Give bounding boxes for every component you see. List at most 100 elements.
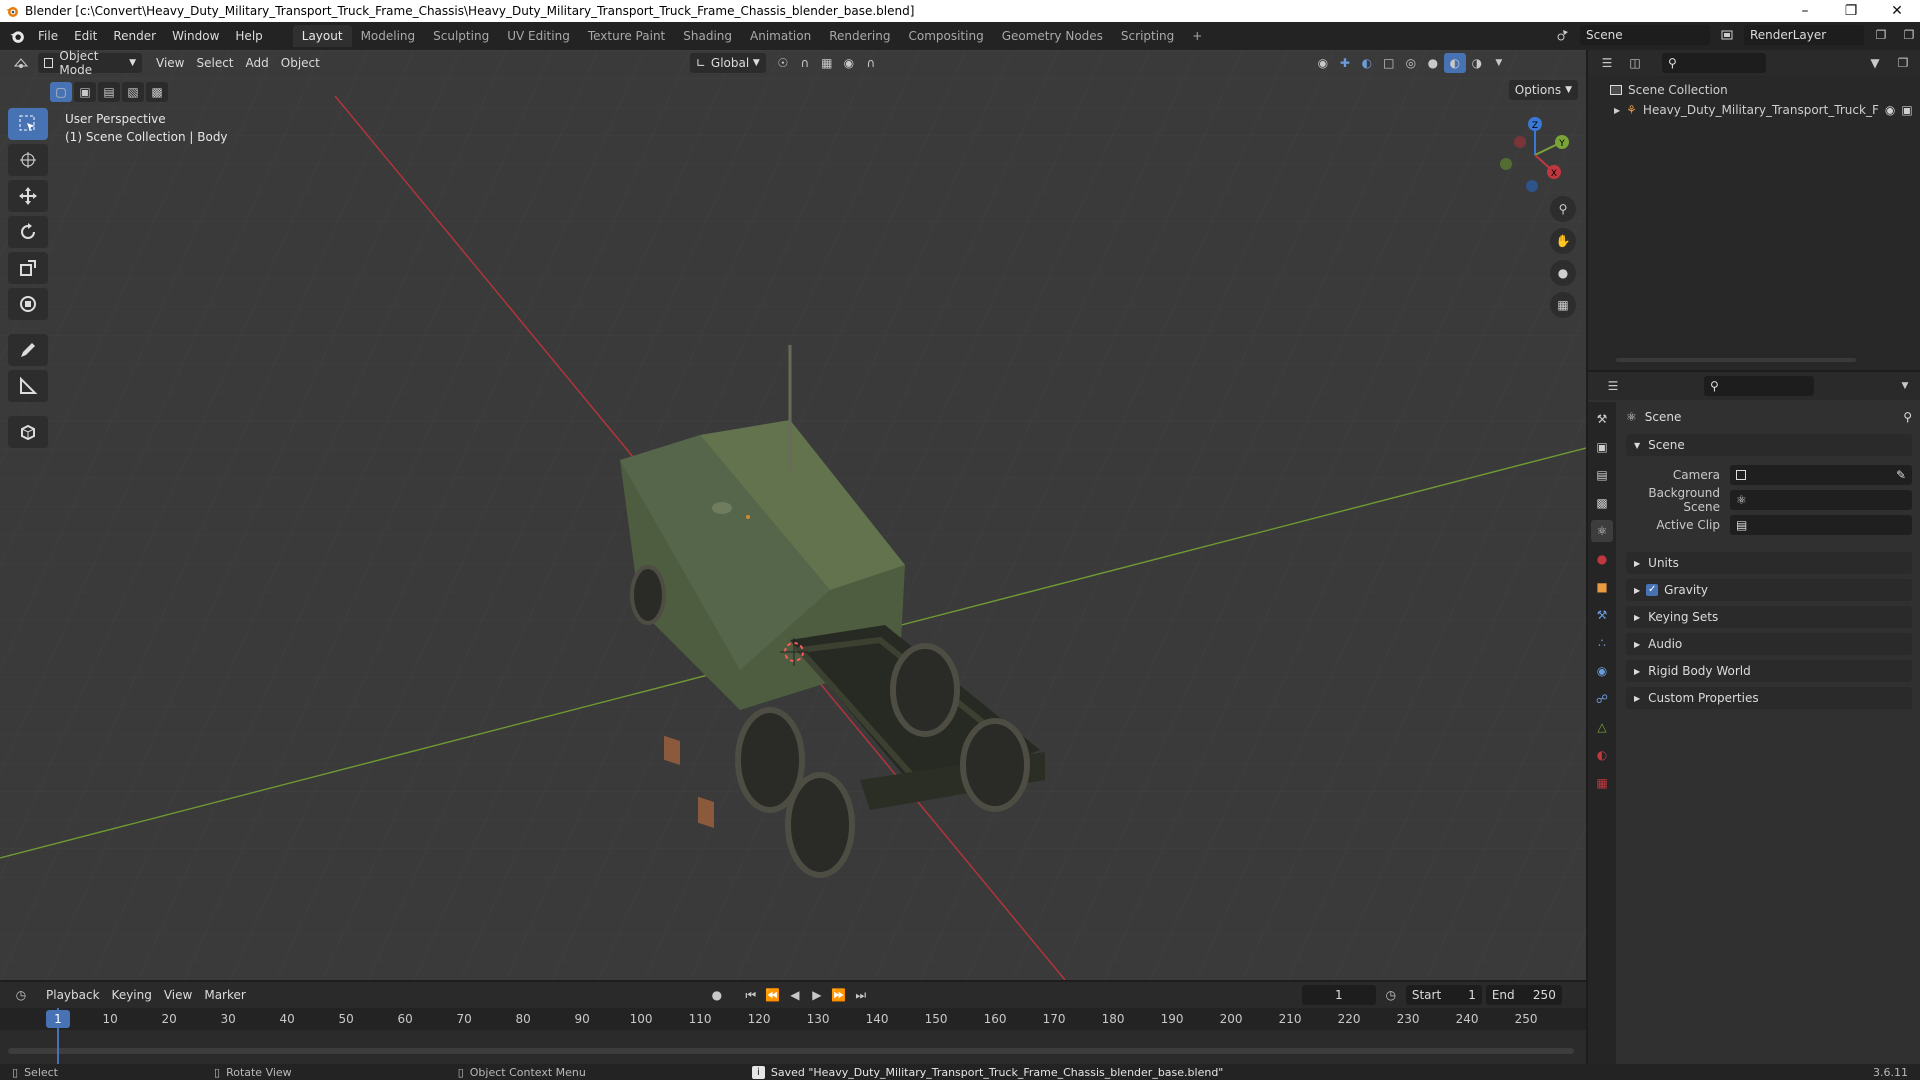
navigation-gizmo[interactable]: Z Y X	[1494, 114, 1576, 196]
filter-icon[interactable]: ▼	[1864, 53, 1886, 73]
options-dropdown[interactable]: Options ▼	[1508, 80, 1578, 100]
output-tab-icon[interactable]: ▤	[1591, 464, 1613, 486]
tab-texture-paint[interactable]: Texture Paint	[579, 25, 674, 47]
panel-units-header[interactable]: ▶ Units	[1626, 552, 1912, 574]
xray-icon[interactable]: □	[1378, 53, 1400, 73]
proportional-editing-icon[interactable]: ◉	[838, 53, 860, 73]
timeline-track[interactable]	[0, 1030, 1586, 1064]
overlay-toggle-icon[interactable]: ◐	[1356, 53, 1378, 73]
visibility-icon[interactable]: ◉	[1312, 53, 1334, 73]
tab-scripting[interactable]: Scripting	[1112, 25, 1183, 47]
preview-range-icon[interactable]: ◷	[1380, 985, 1402, 1005]
menu-window[interactable]: Window	[164, 25, 227, 47]
view-layer-field[interactable]: RenderLayer	[1744, 25, 1864, 45]
annotate-tool[interactable]	[8, 334, 48, 366]
tab-compositing[interactable]: Compositing	[899, 25, 992, 47]
menu-file[interactable]: File	[30, 25, 66, 47]
end-frame-field[interactable]: End 250	[1485, 985, 1562, 1005]
panel-audio-header[interactable]: ▶ Audio	[1626, 633, 1912, 655]
panel-custom-properties-header[interactable]: ▶ Custom Properties	[1626, 687, 1912, 709]
eyedropper-icon[interactable]: ✎	[1896, 468, 1906, 482]
properties-options-icon[interactable]: ▼	[1894, 376, 1916, 396]
tab-geometry-nodes[interactable]: Geometry Nodes	[993, 25, 1112, 47]
tab-shading[interactable]: Shading	[674, 25, 741, 47]
viewport-menu-object[interactable]: Object	[275, 53, 326, 73]
scene-selector-icon[interactable]	[1552, 25, 1574, 45]
mode-selector[interactable]: Object Mode ▼	[38, 50, 142, 77]
display-mode-icon[interactable]: ◫	[1624, 53, 1646, 73]
jump-keyframe-forward-icon[interactable]: ⏩	[828, 985, 850, 1005]
start-frame-field[interactable]: Start 1	[1405, 985, 1482, 1005]
tab-uv-editing[interactable]: UV Editing	[498, 25, 579, 47]
play-reverse-icon[interactable]: ◀	[784, 985, 806, 1005]
select-extend-icon[interactable]: ▣	[74, 82, 96, 102]
jump-end-icon[interactable]: ⏭	[850, 985, 872, 1005]
panel-keying-sets-header[interactable]: ▶ Keying Sets	[1626, 606, 1912, 628]
new-view-layer-icon[interactable]: ❐	[1870, 25, 1892, 45]
viewport-menu-add[interactable]: Add	[240, 53, 275, 73]
falloff-icon[interactable]: ∩	[860, 53, 882, 73]
play-icon[interactable]: ▶	[806, 985, 828, 1005]
new-collection-icon[interactable]: ❐	[1892, 53, 1914, 73]
eye-icon[interactable]: ◉	[1885, 103, 1895, 117]
timeline-scrollbar[interactable]	[8, 1048, 1574, 1054]
tool-tab-icon[interactable]: ⚒	[1591, 408, 1613, 430]
camera-view-button[interactable]: ●	[1550, 260, 1576, 286]
close-window-button[interactable]: ✕	[1874, 0, 1920, 22]
scene-tab-icon[interactable]: ⚛	[1591, 520, 1613, 542]
viewport-menu-view[interactable]: View	[150, 53, 190, 73]
rendered-shading-icon[interactable]: ◑	[1466, 53, 1488, 73]
panel-gravity-header[interactable]: ▶ ✓ Gravity	[1626, 579, 1912, 601]
outliner-search[interactable]: ⚲	[1662, 53, 1766, 73]
gravity-checkbox[interactable]: ✓	[1646, 584, 1659, 596]
modifier-tab-icon[interactable]: ⚒	[1591, 604, 1613, 626]
data-tab-icon[interactable]: △	[1591, 716, 1613, 738]
pivot-point-icon[interactable]: ☉	[772, 53, 794, 73]
wireframe-shading-icon[interactable]: ◎	[1400, 53, 1422, 73]
camera-field[interactable]: ✎	[1730, 465, 1912, 485]
menu-help[interactable]: Help	[227, 25, 270, 47]
perspective-toggle-button[interactable]: ▦	[1550, 292, 1576, 318]
scene-field[interactable]: Scene	[1580, 25, 1710, 45]
panel-scene-header[interactable]: ▼ Scene	[1626, 434, 1912, 456]
zoom-view-button[interactable]: ⚲	[1550, 196, 1576, 222]
timeline-menu-view[interactable]: View	[158, 985, 198, 1005]
outliner-item[interactable]: ▶ ⚘ Heavy_Duty_Military_Transport_Truck_…	[1614, 100, 1914, 120]
cursor-tool[interactable]	[8, 144, 48, 176]
playhead[interactable]: 1	[46, 1010, 70, 1028]
tab-layout[interactable]: Layout	[292, 25, 352, 47]
snap-target-icon[interactable]: ▦	[816, 53, 838, 73]
rotate-tool[interactable]	[8, 216, 48, 248]
view-layer-tab-icon[interactable]: ▩	[1591, 492, 1613, 514]
transform-orientation-selector[interactable]: ∟ Global ▼	[689, 53, 766, 73]
menu-edit[interactable]: Edit	[66, 25, 105, 47]
select-invert-icon[interactable]: ▧	[122, 82, 144, 102]
outliner-scrollbar[interactable]	[1616, 358, 1856, 362]
jump-start-icon[interactable]: ⏮	[740, 985, 762, 1005]
blender-menu-icon[interactable]	[4, 25, 30, 47]
editor-type-icon[interactable]	[10, 53, 32, 73]
minimize-button[interactable]: –	[1782, 0, 1828, 22]
timeline-menu-marker[interactable]: Marker	[198, 985, 251, 1005]
measure-tool[interactable]	[8, 370, 48, 402]
pan-view-button[interactable]: ✋	[1550, 228, 1576, 254]
camera-render-icon[interactable]: ▣	[1901, 103, 1912, 117]
select-box-tool[interactable]	[8, 108, 48, 140]
properties-search[interactable]: ⚲	[1704, 376, 1814, 396]
material-preview-icon[interactable]: ◐	[1443, 53, 1466, 73]
constraints-tab-icon[interactable]: ☍	[1591, 688, 1613, 710]
tab-rendering[interactable]: Rendering	[820, 25, 899, 47]
background-scene-field[interactable]: ⚛	[1730, 490, 1912, 510]
3d-viewport[interactable]: Object Mode ▼ View Select Add Object ∟ G…	[0, 50, 1586, 980]
select-intersect-icon[interactable]: ▩	[146, 82, 168, 102]
add-workspace-icon[interactable]: +	[1183, 25, 1211, 47]
transform-tool[interactable]	[8, 288, 48, 320]
maximize-button[interactable]: ❐	[1828, 0, 1874, 22]
menu-render[interactable]: Render	[105, 25, 164, 47]
outliner-editor-icon[interactable]: ☰	[1596, 53, 1618, 73]
render-tab-icon[interactable]: ▣	[1591, 436, 1613, 458]
world-tab-icon[interactable]: ●	[1591, 548, 1613, 570]
tab-modeling[interactable]: Modeling	[352, 25, 425, 47]
panel-rigid-body-world-header[interactable]: ▶ Rigid Body World	[1626, 660, 1912, 682]
select-subtract-icon[interactable]: ▤	[98, 82, 120, 102]
